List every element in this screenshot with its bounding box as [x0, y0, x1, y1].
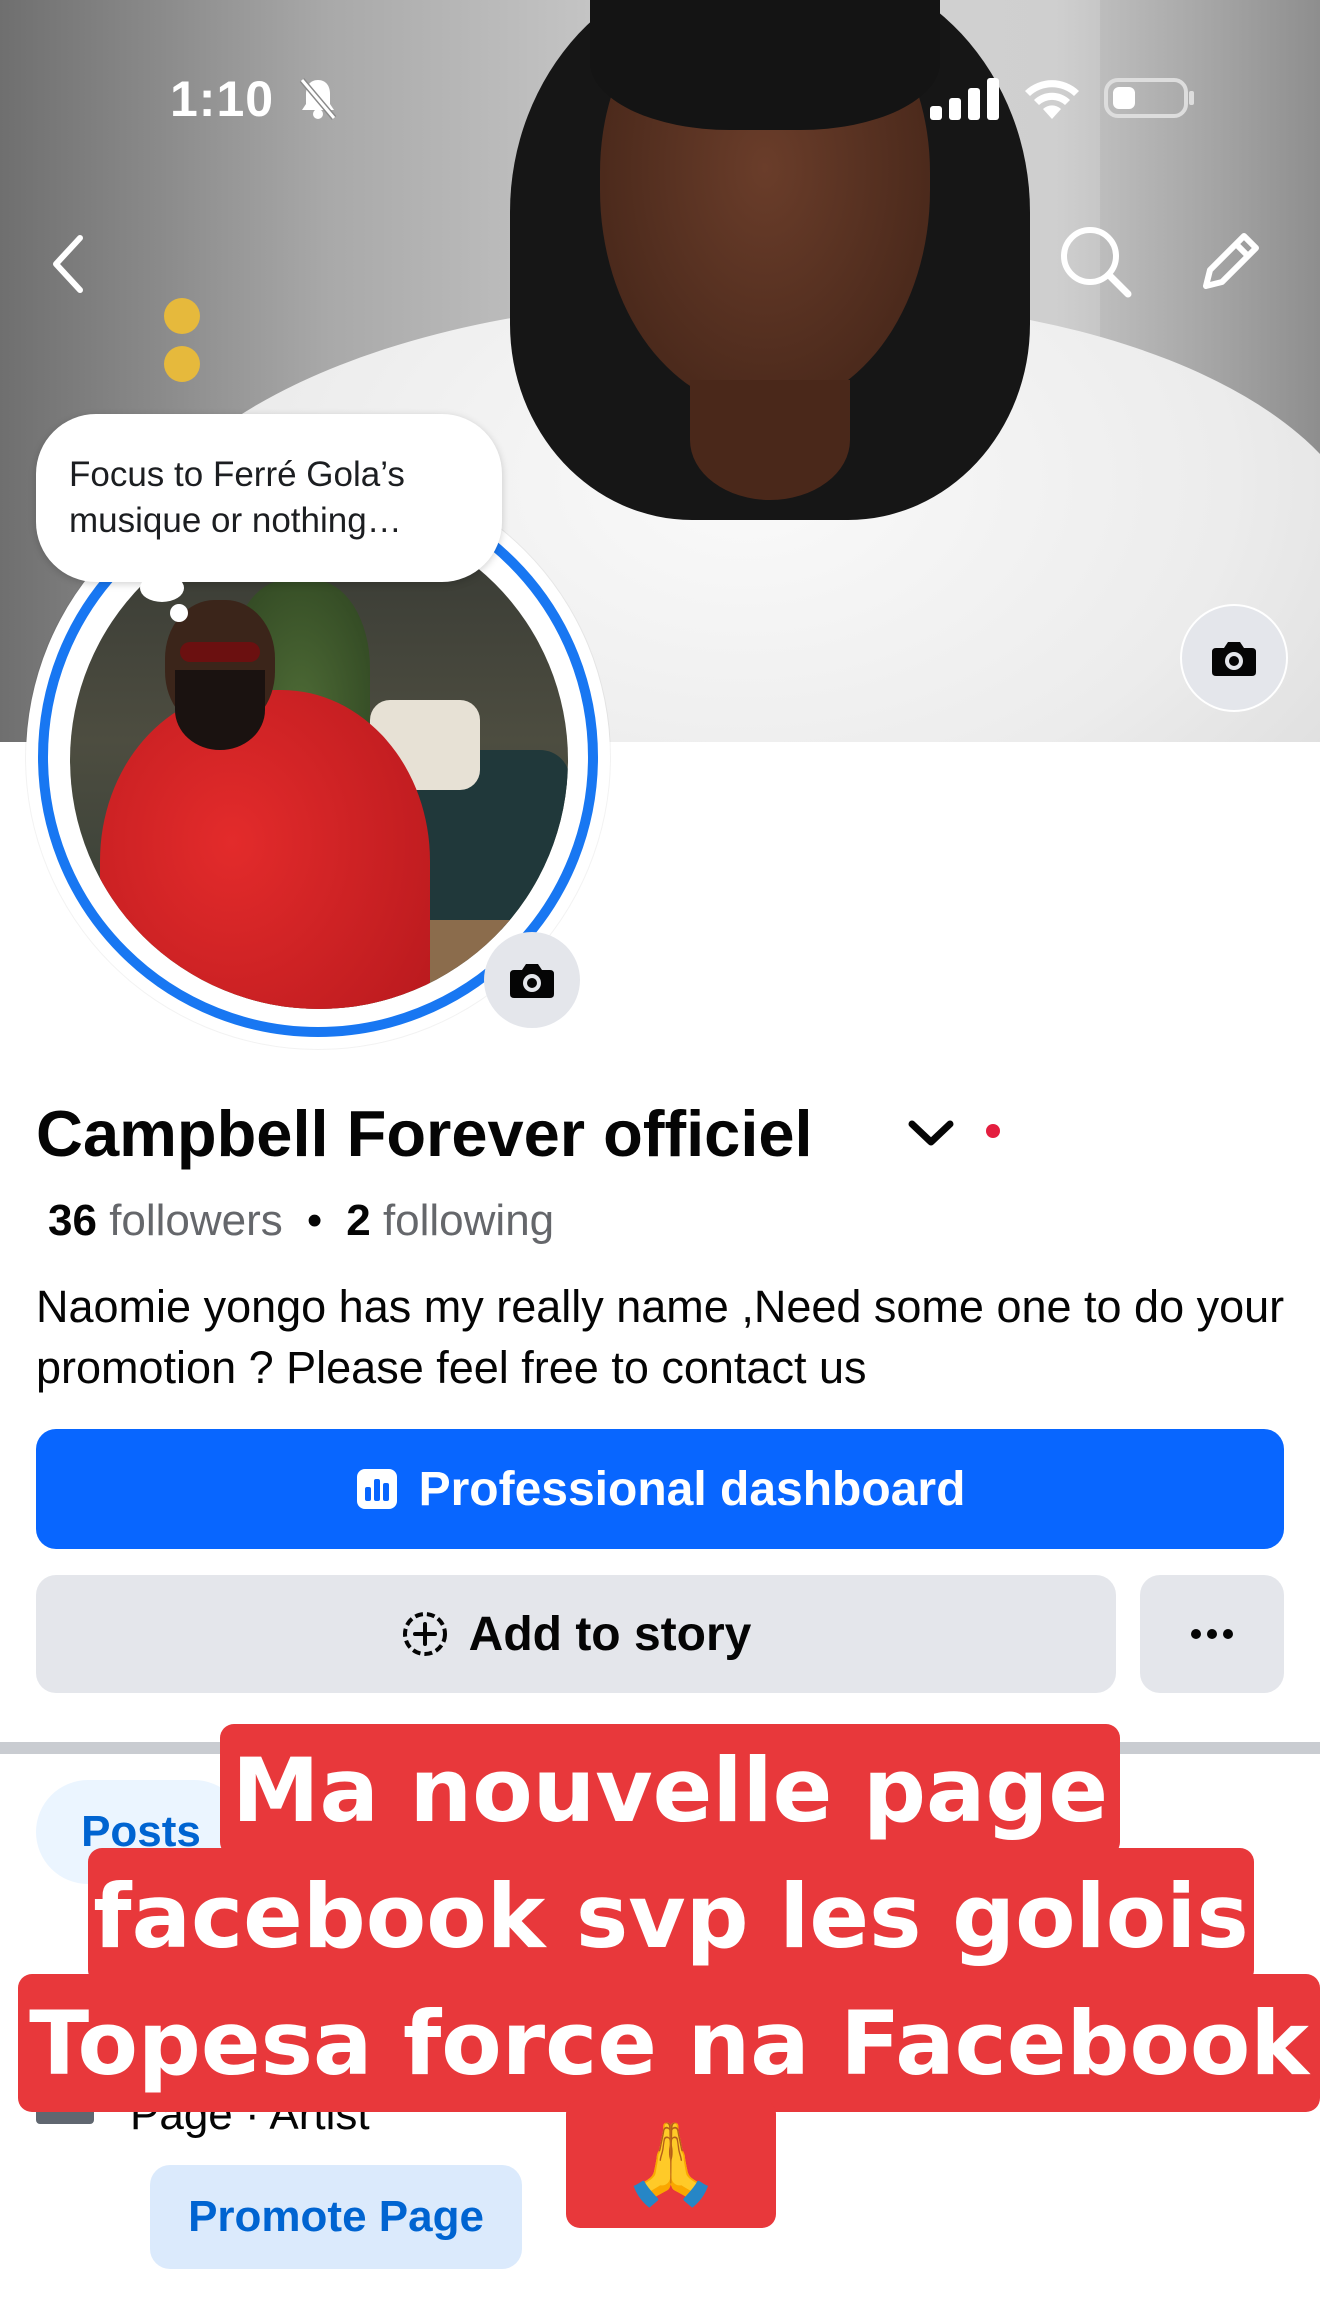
emoji-sticker: [164, 346, 200, 382]
caption-line: facebook svp les golois: [88, 1848, 1254, 1984]
chevron-left-icon[interactable]: [28, 224, 108, 304]
follow-stats: 36 followers • 2 following: [48, 1196, 555, 1245]
following-link[interactable]: 2 following: [346, 1196, 554, 1245]
wifi-icon: [1025, 80, 1079, 119]
status-time: 1:10: [170, 71, 275, 127]
more-icon: [1191, 1629, 1233, 1639]
dashboard-icon: [356, 1469, 397, 1509]
search-icon[interactable]: [1056, 222, 1136, 302]
followers-link[interactable]: 36 followers: [48, 1196, 283, 1245]
more-button[interactable]: [1140, 1575, 1284, 1693]
profile-note-text: Focus to Ferré Gola’s musique or nothing…: [69, 455, 405, 540]
profile-note-bubble[interactable]: Focus to Ferré Gola’s musique or nothing…: [36, 414, 502, 582]
avatar-camera-button[interactable]: [484, 932, 580, 1028]
profile-bio: Naomie yongo has my really name ,Need so…: [36, 1281, 1285, 1393]
professional-dashboard-button[interactable]: Professional dashboard: [36, 1429, 1284, 1549]
profile-name: Campbell Forever officiel: [36, 1097, 813, 1170]
battery-icon: [1104, 78, 1194, 118]
promote-page-button[interactable]: Promote Page: [150, 2165, 522, 2269]
bubble-tail: [170, 604, 188, 622]
notification-dot: [986, 1124, 1000, 1138]
camera-icon: [510, 964, 554, 998]
caption-emoji: 🙏: [566, 2100, 776, 2228]
caption-line: Topesa force na Facebook: [18, 1974, 1320, 2112]
bell-slash-icon: [298, 76, 338, 125]
caption-line: Ma nouvelle page: [220, 1724, 1120, 1856]
add-story-icon: [402, 1612, 447, 1656]
emoji-sticker: [164, 298, 200, 334]
chevron-down-icon[interactable]: [906, 1108, 956, 1158]
cover-camera-button[interactable]: [1180, 604, 1288, 712]
bubble-tail: [140, 574, 184, 602]
status-icons: [930, 70, 1196, 126]
add-to-story-button[interactable]: Add to story: [36, 1575, 1116, 1693]
signal-icon: [930, 78, 999, 120]
pencil-icon[interactable]: [1190, 222, 1270, 302]
camera-icon: [1212, 642, 1256, 676]
